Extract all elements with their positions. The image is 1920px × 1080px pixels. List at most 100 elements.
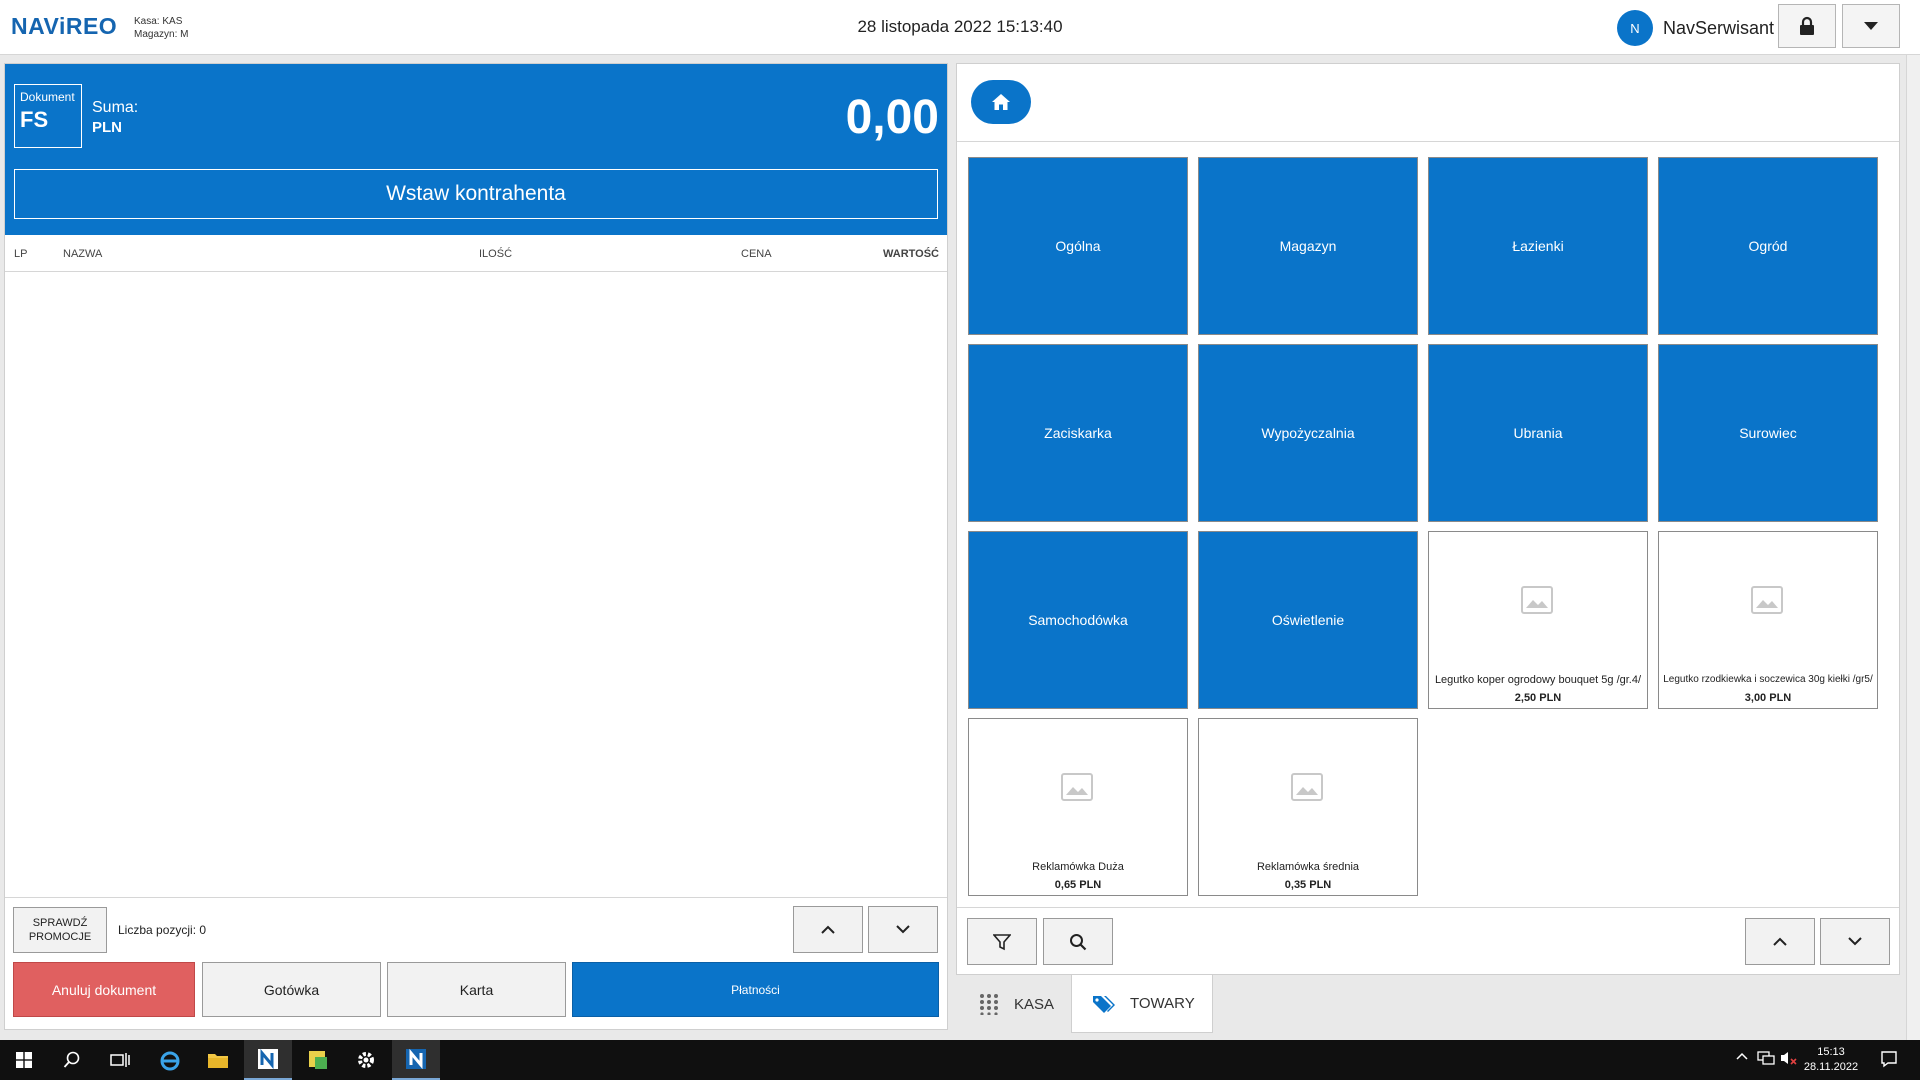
task-view-button[interactable] [96, 1040, 144, 1080]
product-name: Legutko rzodkiewka i soczewica 30g kiełk… [1663, 674, 1873, 685]
category-tile-ogolna[interactable]: Ogólna [968, 157, 1188, 335]
caret-down-icon [1864, 22, 1878, 30]
filter-icon [993, 933, 1011, 950]
image-placeholder-icon [1291, 773, 1323, 801]
document-footer: SPRAWDŹ PROMOCJE Liczba pozycji: 0 Anuluj… [5, 897, 947, 1031]
search-button[interactable] [1043, 918, 1113, 965]
product-name: Legutko koper ogrodowy bouquet 5g /gr.4/ [1434, 674, 1642, 686]
product-tile[interactable]: Reklamówka Duża 0,65 PLN [968, 718, 1188, 896]
cash-button[interactable]: Gotówka [202, 962, 381, 1017]
taskbar-edge-app[interactable] [146, 1040, 194, 1080]
category-tile-zaciskarka[interactable]: Zaciskarka [968, 344, 1188, 522]
scroll-up-button[interactable] [793, 906, 863, 953]
payments-button[interactable]: Płatności [572, 962, 939, 1017]
filter-button[interactable] [967, 918, 1037, 965]
category-tile-samochodowka[interactable]: Samochodówka [968, 531, 1188, 709]
taskbar-search-button[interactable] [48, 1040, 96, 1080]
image-placeholder-icon [1521, 586, 1553, 614]
document-summary: Dokument FS Suma: PLN 0,00 Wstaw kontrah… [5, 64, 947, 235]
dropdown-button[interactable] [1842, 4, 1900, 48]
document-type-box[interactable]: Dokument FS [14, 84, 82, 148]
column-nazwa: NAZWA [63, 248, 103, 260]
promo-line2: PROMOCJE [28, 931, 92, 943]
search-icon [63, 1051, 80, 1068]
check-promotions-button[interactable]: SPRAWDŹ PROMOCJE [13, 907, 107, 953]
card-button[interactable]: Karta [387, 962, 566, 1017]
category-tile-lazienki[interactable]: Łazienki [1428, 157, 1648, 335]
category-tile-ubrania[interactable]: Ubrania [1428, 344, 1648, 522]
tab-towary[interactable]: TOWARY [1071, 975, 1213, 1033]
cancel-document-button[interactable]: Anuluj dokument [13, 962, 195, 1017]
taskbar-navireo-admin[interactable] [244, 1040, 292, 1080]
item-count: Liczba pozycji: 0 [118, 923, 207, 937]
windows-icon [16, 1052, 32, 1068]
scroll-down-button[interactable] [868, 906, 938, 953]
user-menu[interactable]: N NavSerwisant [1617, 9, 1774, 47]
items-list[interactable] [5, 272, 947, 897]
column-lp: LP [14, 248, 28, 260]
taskbar-time: 15:13 [1817, 1046, 1845, 1058]
home-button[interactable] [971, 80, 1031, 124]
products-panel: Ogólna Magazyn Łazienki Ogród Zaciskarka… [956, 63, 1900, 975]
task-view-icon [110, 1053, 130, 1067]
tab-towary-label: TOWARY [1130, 995, 1195, 1012]
chevron-up-icon [1773, 937, 1787, 946]
image-placeholder-icon [1061, 773, 1093, 801]
folder-icon [208, 1054, 228, 1068]
category-tile-magazyn[interactable]: Magazyn [1198, 157, 1418, 335]
sum-label: Suma: [92, 99, 139, 116]
sum-block: Suma: PLN [92, 98, 138, 138]
internet-explorer-icon [160, 1051, 180, 1071]
product-tile[interactable]: Legutko rzodkiewka i soczewica 30g kiełk… [1658, 531, 1878, 709]
taskbar-tool-app[interactable] [294, 1040, 342, 1080]
network-icon[interactable] [1757, 1050, 1775, 1066]
column-ilosc: ILOŚĆ [479, 248, 513, 260]
lock-button[interactable] [1778, 4, 1836, 48]
image-placeholder-icon [1751, 586, 1783, 614]
tab-kasa-label: KASA [1014, 995, 1055, 1013]
product-tile[interactable]: Legutko koper ogrodowy bouquet 5g /gr.4/… [1428, 531, 1648, 709]
product-price: 2,50 PLN [1514, 692, 1562, 704]
chevron-down-icon [1848, 937, 1862, 946]
category-tile-oswietlenie[interactable]: Oświetlenie [1198, 531, 1418, 709]
items-table-header: LP NAZWA ILOŚĆ CENA WARTOŚĆ [5, 235, 947, 272]
taskbar-file-explorer[interactable] [194, 1040, 242, 1080]
windows-taskbar: 15:13 28.11.2022 [0, 1040, 1920, 1080]
product-price: 0,35 PLN [1284, 879, 1332, 891]
document-total: 0,00 [845, 91, 939, 144]
start-button[interactable] [0, 1040, 48, 1080]
taskbar-navireo-pos[interactable] [392, 1040, 440, 1080]
search-icon [1070, 933, 1087, 950]
document-type: FS [20, 107, 49, 132]
tiles-scroll-down-button[interactable] [1820, 918, 1890, 965]
chevron-up-icon [821, 925, 835, 934]
grid-dots-icon [980, 994, 998, 1015]
avatar: N [1617, 10, 1653, 46]
currency: PLN [92, 119, 122, 136]
notifications-icon[interactable] [1880, 1050, 1898, 1068]
chevron-down-icon [896, 925, 910, 934]
app-header: NAViREO Kasa: KAS Magazyn: M 28 listopad… [0, 0, 1920, 55]
navireo-pos-icon [406, 1048, 426, 1070]
document-panel: Dokument FS Suma: PLN 0,00 Wstaw kontrah… [4, 63, 948, 1030]
taskbar-clock[interactable]: 15:13 28.11.2022 [1795, 1045, 1867, 1075]
user-name: NavSerwisant [1663, 17, 1775, 38]
tab-kasa[interactable]: KASA [972, 975, 1072, 1033]
gear-icon [358, 1052, 374, 1068]
category-tile-ogrod[interactable]: Ogród [1658, 157, 1878, 335]
taskbar-settings[interactable] [342, 1040, 390, 1080]
category-tile-wypozyczalnia[interactable]: Wypożyczalnia [1198, 344, 1418, 522]
column-cena: CENA [741, 248, 772, 260]
tags-icon [1093, 995, 1115, 1013]
insert-contractor-button[interactable]: Wstaw kontrahenta [14, 169, 938, 219]
taskbar-date: 28.11.2022 [1803, 1061, 1859, 1073]
side-edge-strip [1906, 55, 1920, 1040]
product-name: Reklamówka średnia [1256, 861, 1360, 873]
column-wartosc: WARTOŚĆ [882, 248, 939, 260]
lock-icon [1800, 16, 1814, 35]
product-price: 3,00 PLN [1744, 692, 1792, 704]
product-tile[interactable]: Reklamówka średnia 0,35 PLN [1198, 718, 1418, 896]
tiles-scroll-up-button[interactable] [1745, 918, 1815, 965]
tray-expand-icon[interactable] [1735, 1050, 1749, 1064]
category-tile-surowiec[interactable]: Surowiec [1658, 344, 1878, 522]
